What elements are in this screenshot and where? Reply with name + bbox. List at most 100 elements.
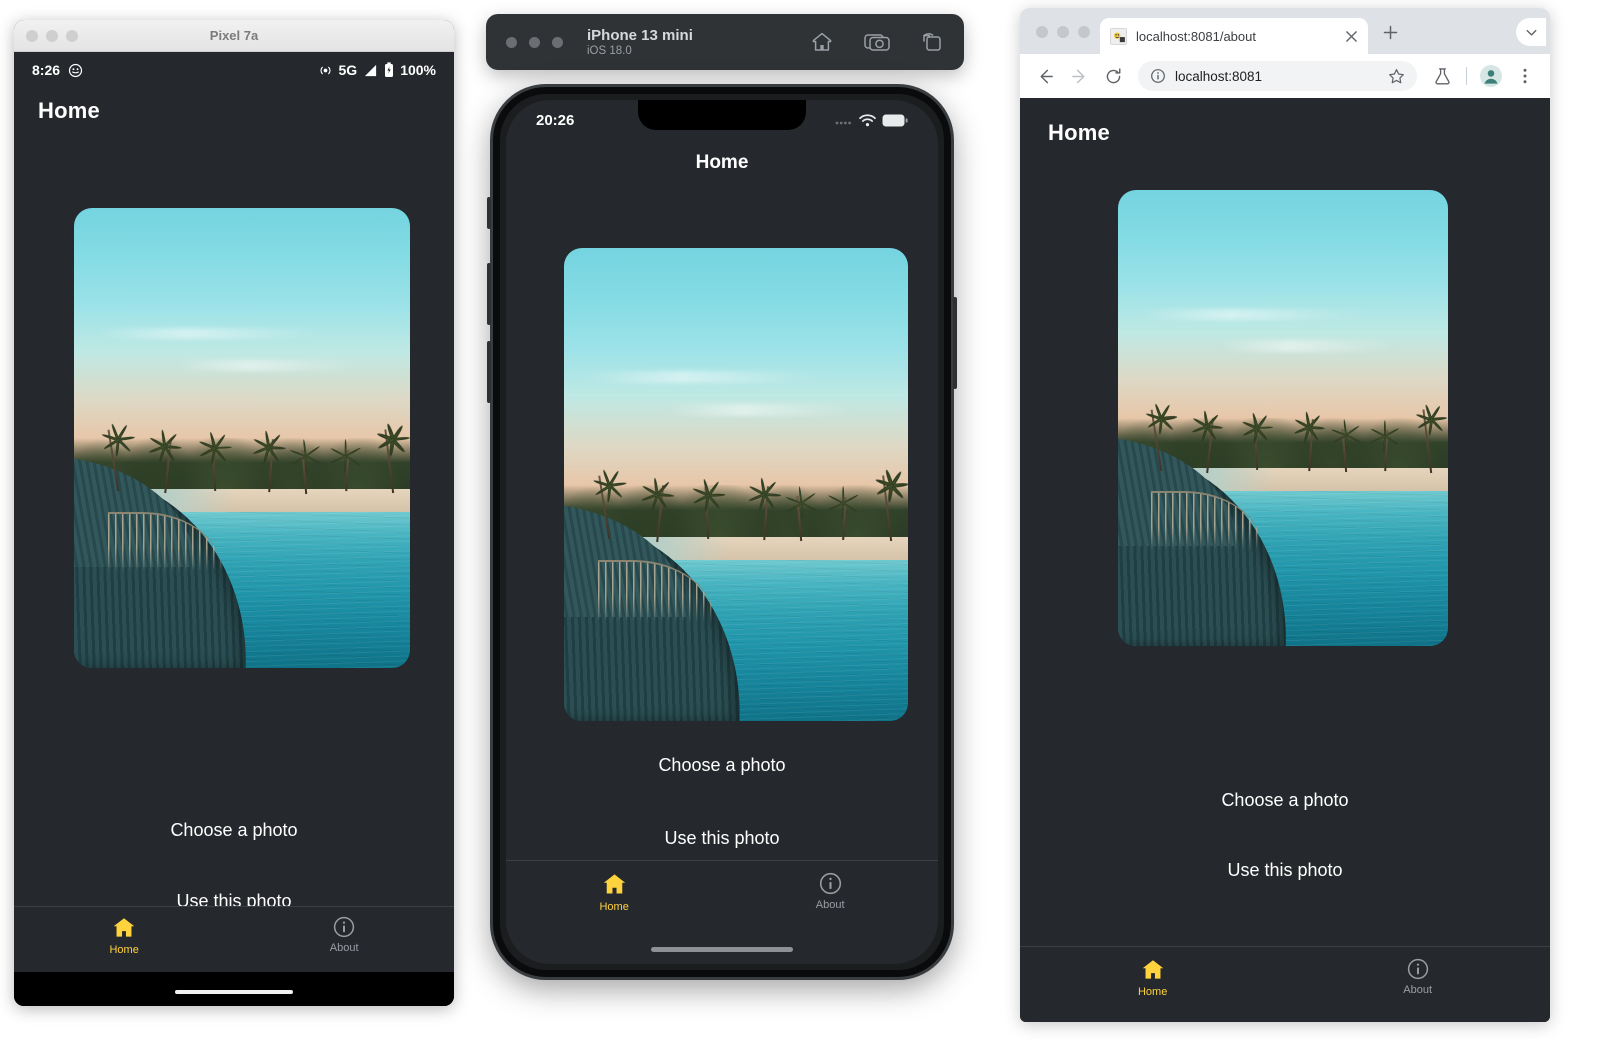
browser-menu-icon[interactable] <box>1510 61 1540 91</box>
gesture-home-pill[interactable] <box>175 990 293 994</box>
screenshot-camera-icon[interactable] <box>864 30 890 54</box>
selected-photo[interactable] <box>564 248 908 721</box>
simulator-traffic-lights[interactable] <box>506 36 563 48</box>
iphone-screen: 20:26 Home Choose a photo Use this photo… <box>506 100 938 964</box>
maximize-window-button[interactable] <box>1078 26 1090 38</box>
address-bar-url: localhost:8081 <box>1175 68 1263 84</box>
chrome-browser-window: localhost:8081/about localhost:8081 Home… <box>1020 8 1550 1022</box>
bookmark-star-icon[interactable] <box>1388 68 1405 85</box>
android-gesture-navbar[interactable] <box>14 972 454 1006</box>
ios-status-bar: 20:26 <box>506 100 938 140</box>
web-app-header-title: Home <box>1048 120 1110 145</box>
palm-tree <box>1329 419 1361 473</box>
battery-icon <box>882 114 908 127</box>
forward-button[interactable] <box>1064 61 1094 91</box>
tab-about[interactable]: About <box>330 915 359 954</box>
tab-home[interactable]: Home <box>599 871 629 913</box>
tab-home-label: Home <box>1137 986 1168 998</box>
avatar[interactable] <box>1476 61 1506 91</box>
palm-tree <box>1415 403 1448 473</box>
android-emulator-window: Pixel 7a 8:26 5G 100% Home Choose a phot… <box>14 20 454 1006</box>
power-button[interactable] <box>953 297 957 389</box>
ios-home-indicator[interactable] <box>651 947 793 952</box>
android-bottom-tabbar: Home About <box>14 906 454 972</box>
palm-tree <box>289 439 322 494</box>
home-icon[interactable] <box>810 30 834 54</box>
cellular-signal-icon <box>835 115 853 125</box>
simulator-device-meta: iPhone 13 mini iOS 18.0 <box>587 27 693 57</box>
tab-home-label: Home <box>109 944 139 956</box>
choose-photo-button[interactable]: Choose a photo <box>1020 790 1550 811</box>
volume-up-button[interactable] <box>487 263 491 325</box>
photo-palm-trees <box>564 248 908 721</box>
cellular-signal-icon <box>363 63 378 78</box>
palm-tree <box>746 477 781 541</box>
choose-photo-button[interactable]: Choose a photo <box>14 820 454 841</box>
toolbar-divider <box>1466 67 1467 85</box>
android-status-time: 8:26 <box>32 62 61 78</box>
simulator-tool-buttons <box>810 30 944 54</box>
palm-tree <box>199 431 232 491</box>
palm-tree <box>1144 403 1178 471</box>
palm-tree <box>692 478 726 539</box>
home-icon <box>1140 957 1166 983</box>
rotate-device-icon[interactable] <box>920 30 944 54</box>
site-info-icon[interactable] <box>1150 68 1166 84</box>
back-button[interactable] <box>1030 61 1060 91</box>
tab-about[interactable]: About <box>1403 957 1432 996</box>
palm-tree <box>1293 411 1326 472</box>
palm-tree <box>1369 419 1401 471</box>
info-icon <box>1406 957 1430 981</box>
info-icon <box>332 915 356 939</box>
android-app-header-title: Home <box>38 98 100 123</box>
tab-home[interactable]: Home <box>109 915 139 956</box>
close-window-button[interactable] <box>506 36 517 48</box>
browser-tab-title: localhost:8081/about <box>1136 28 1256 44</box>
address-bar[interactable]: localhost:8081 <box>1138 61 1417 91</box>
palm-tree <box>101 422 135 492</box>
minimize-window-button[interactable] <box>529 36 540 48</box>
tab-about-label: About <box>1403 984 1433 996</box>
android-network-type: 5G <box>338 62 358 78</box>
home-icon <box>601 871 628 898</box>
selected-photo[interactable] <box>74 208 410 668</box>
home-icon <box>111 915 137 941</box>
tab-search-chevron-down-icon[interactable] <box>1516 18 1546 46</box>
choose-photo-button[interactable]: Choose a photo <box>506 755 938 776</box>
ios-status-time: 20:26 <box>536 111 575 129</box>
iphone-device-frame: 20:26 Home Choose a photo Use this photo… <box>487 84 957 980</box>
simulator-device-name: iPhone 13 mini <box>587 27 693 44</box>
palm-tree <box>330 439 362 492</box>
volume-down-button[interactable] <box>487 341 491 403</box>
reload-button[interactable] <box>1098 61 1128 91</box>
mute-switch[interactable] <box>487 197 491 229</box>
minimize-window-button[interactable] <box>1057 26 1069 38</box>
selected-photo[interactable] <box>1118 190 1448 646</box>
browser-toolbar: localhost:8081 <box>1020 54 1550 98</box>
favicon <box>1110 27 1127 45</box>
ios-bottom-tabbar: Home About <box>506 860 938 928</box>
use-photo-button[interactable]: Use this photo <box>1020 860 1550 881</box>
close-tab-icon[interactable] <box>1345 30 1358 43</box>
tab-about-label: About <box>815 899 845 911</box>
tab-home[interactable]: Home <box>1138 957 1167 998</box>
use-photo-button[interactable]: Use this photo <box>506 828 938 849</box>
android-status-bar: 8:26 5G 100% <box>14 52 454 88</box>
maximize-window-button[interactable] <box>552 36 563 48</box>
window-traffic-lights[interactable] <box>1020 26 1090 54</box>
browser-viewport: Home Choose a photo Use this photo Home … <box>1020 98 1550 1022</box>
palm-tree <box>592 468 627 540</box>
labs-flask-icon[interactable] <box>1427 61 1457 91</box>
browser-tab[interactable]: localhost:8081/about <box>1100 18 1368 54</box>
palm-tree <box>1190 410 1224 473</box>
android-window-title: Pixel 7a <box>209 28 259 43</box>
palm-tree <box>1240 411 1274 471</box>
tab-about[interactable]: About <box>816 871 845 911</box>
close-window-button[interactable] <box>1036 26 1048 38</box>
ios-simulator-toolbar: iPhone 13 mini iOS 18.0 <box>486 14 964 70</box>
palm-tree <box>784 486 818 542</box>
palm-tree <box>148 430 182 494</box>
new-tab-button[interactable] <box>1376 18 1404 46</box>
android-battery-percent: 100% <box>400 62 436 78</box>
battery-icon <box>384 62 394 78</box>
